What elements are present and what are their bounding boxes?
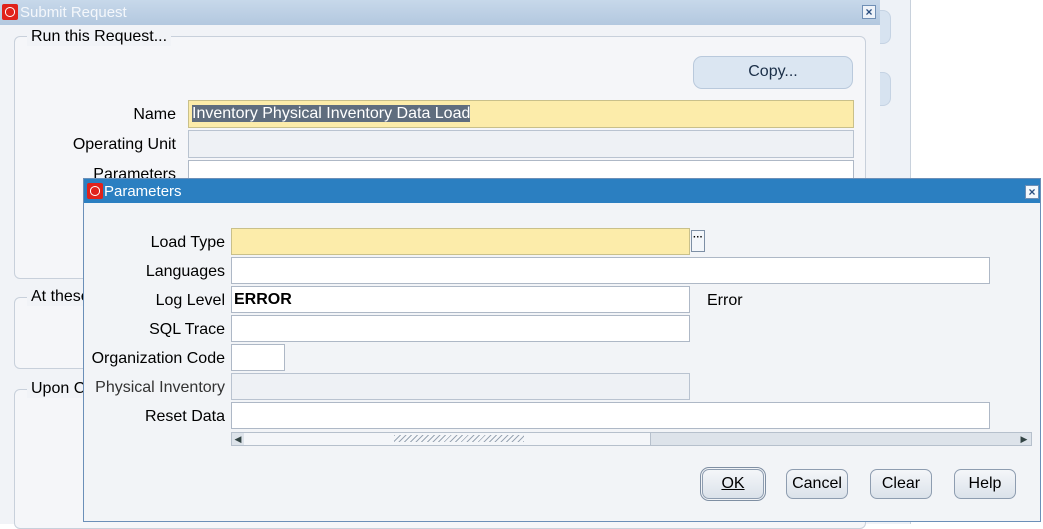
- sql-trace-label: SQL Trace: [149, 321, 225, 338]
- clear-button[interactable]: Clear: [870, 469, 932, 499]
- log-level-field[interactable]: ERROR: [231, 286, 690, 313]
- organization-code-label: Organization Code: [91, 350, 225, 367]
- load-type-field[interactable]: [231, 228, 690, 255]
- cancel-button[interactable]: Cancel: [786, 469, 848, 499]
- load-type-label: Load Type: [150, 234, 225, 251]
- horizontal-scrollbar[interactable]: ◀ ▶: [231, 432, 1032, 446]
- oracle-icon: [2, 4, 18, 20]
- name-value: Inventory Physical Inventory Data Load: [192, 105, 471, 122]
- reset-data-label: Reset Data: [144, 408, 225, 425]
- clear-button-label: Clear: [881, 475, 921, 492]
- scrollbar-thumb[interactable]: [244, 433, 651, 445]
- scroll-right-icon[interactable]: ▶: [1018, 433, 1030, 445]
- list-of-values-button[interactable]: ···: [691, 230, 705, 252]
- operating-unit-field[interactable]: [188, 130, 854, 158]
- cancel-button-label: Cancel: [792, 475, 842, 492]
- sql-trace-field[interactable]: [231, 315, 690, 342]
- languages-field[interactable]: [231, 257, 990, 284]
- upon-completion-label: Upon C: [27, 380, 90, 398]
- side-tab[interactable]: [880, 72, 891, 106]
- side-tab[interactable]: [880, 10, 891, 44]
- ok-button-label: OK: [721, 475, 745, 492]
- log-level-label: Log Level: [155, 292, 225, 309]
- close-icon[interactable]: ×: [1025, 185, 1039, 199]
- run-request-group-label: Run this Request...: [27, 28, 172, 46]
- help-button[interactable]: Help: [954, 469, 1016, 499]
- log-level-description: Error: [707, 292, 743, 309]
- organization-code-field[interactable]: [231, 344, 285, 371]
- window-title: Submit Request: [20, 4, 127, 21]
- close-icon[interactable]: ×: [862, 5, 876, 19]
- scroll-left-icon[interactable]: ◀: [232, 433, 244, 445]
- submit-request-titlebar[interactable]: Submit Request ×: [0, 0, 880, 25]
- physical-inventory-label: Physical Inventory: [95, 379, 225, 396]
- copy-button[interactable]: Copy...: [693, 56, 853, 89]
- parameters-dialog: Parameters × Load Type ··· Languages Log…: [83, 178, 1041, 522]
- help-button-label: Help: [968, 475, 1002, 492]
- grip-icon: [394, 435, 524, 442]
- ok-button[interactable]: OK: [700, 467, 766, 501]
- languages-label: Languages: [145, 263, 225, 280]
- name-field[interactable]: Inventory Physical Inventory Data Load: [188, 100, 854, 128]
- parameters-titlebar[interactable]: Parameters ×: [84, 179, 1040, 203]
- physical-inventory-field[interactable]: [231, 373, 690, 400]
- oracle-icon: [87, 183, 103, 199]
- reset-data-field[interactable]: [231, 402, 990, 429]
- dialog-title: Parameters: [104, 183, 182, 200]
- name-label: Name: [133, 106, 176, 123]
- operating-unit-label: Operating Unit: [72, 136, 176, 153]
